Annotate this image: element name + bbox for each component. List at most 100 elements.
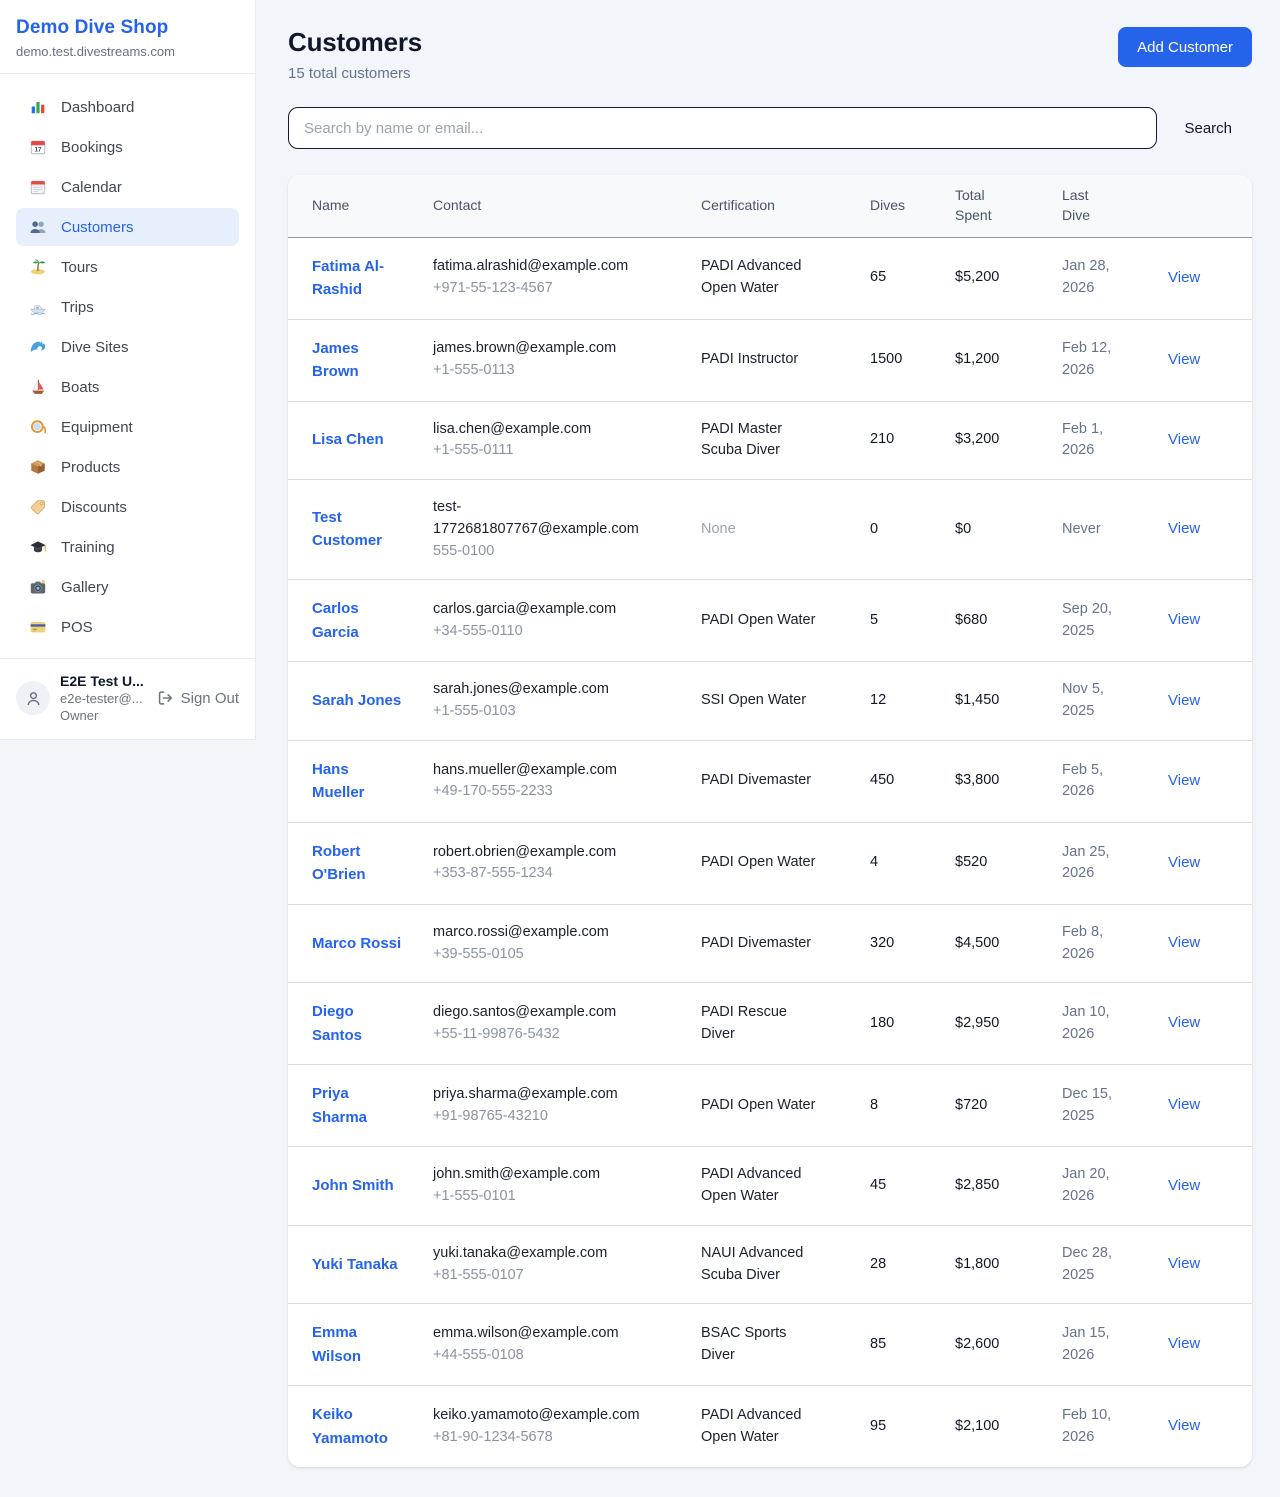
bar-chart-icon [28, 98, 48, 116]
view-link[interactable]: View [1168, 1177, 1200, 1194]
customer-phone: +81-90-1234-5678 [433, 1427, 689, 1449]
customer-email: emma.wilson@example.com [433, 1323, 689, 1345]
customer-name-link[interactable]: Marco Rossi [312, 932, 401, 955]
customer-dives: 28 [870, 1225, 955, 1304]
sidebar-item-dashboard[interactable]: Dashboard [16, 88, 239, 126]
customer-total-spent: $3,800 [955, 740, 1062, 822]
sidebar-item-gallery[interactable]: Gallery [16, 568, 239, 606]
sidebar-item-label: Discounts [61, 499, 127, 516]
customer-last-dive: Dec 15, 2025 [1062, 1084, 1126, 1128]
sidebar-item-discounts[interactable]: Discounts [16, 488, 239, 526]
customer-last-dive: Dec 28, 2025 [1062, 1243, 1126, 1287]
user-name: E2E Test U... [60, 673, 144, 689]
customer-name-link[interactable]: Keiko Yamamoto [312, 1403, 388, 1450]
customer-name-link[interactable]: Carlos Garcia [312, 597, 359, 644]
sidebar-item-label: Equipment [61, 419, 133, 436]
view-link[interactable]: View [1168, 854, 1200, 871]
customer-total-spent: $2,950 [955, 983, 1062, 1065]
shop-header: Demo Dive Shop demo.test.divestreams.com [0, 0, 255, 74]
sign-out-label: Sign Out [181, 690, 239, 707]
view-link[interactable]: View [1168, 1096, 1200, 1113]
sidebar-item-tours[interactable]: Tours [16, 248, 239, 286]
customer-name-link[interactable]: Yuki Tanaka [312, 1253, 398, 1276]
customer-phone: +81-555-0107 [433, 1265, 689, 1287]
col-header-dives: Dives [870, 175, 955, 237]
view-link[interactable]: View [1168, 934, 1200, 951]
sailboat-icon [28, 378, 48, 396]
customer-phone: +34-555-0110 [433, 621, 689, 643]
customer-email: john.smith@example.com [433, 1164, 689, 1186]
title-block: Customers 15 total customers [288, 27, 422, 82]
customer-dives: 65 [870, 237, 955, 319]
col-header-name: Name [288, 175, 433, 237]
user-email: e2e-tester@... [60, 691, 144, 706]
customer-total-spent: $680 [955, 580, 1062, 662]
customer-email: yuki.tanaka@example.com [433, 1243, 689, 1265]
col-header-total-spent: Total Spent [955, 175, 1062, 237]
customer-name-link[interactable]: Lisa Chen [312, 428, 384, 451]
customer-name-link[interactable]: John Smith [312, 1174, 394, 1197]
sidebar-item-trips[interactable]: Trips [16, 288, 239, 326]
sign-out-button[interactable]: Sign Out [156, 689, 239, 707]
svg-text:17: 17 [34, 147, 42, 154]
user-meta: E2E Test U... e2e-tester@... Owner [60, 673, 144, 723]
island-icon [28, 258, 48, 276]
sidebar-item-pos[interactable]: POS [16, 608, 239, 646]
customer-certification: PADI Rescue Diver [701, 983, 870, 1065]
package-icon [28, 458, 48, 476]
customer-name-link[interactable]: Hans Mueller [312, 758, 365, 805]
view-link[interactable]: View [1168, 1255, 1200, 1272]
view-link[interactable]: View [1168, 692, 1200, 709]
view-link[interactable]: View [1168, 1417, 1200, 1434]
customer-total-spent: $3,200 [955, 401, 1062, 480]
sidebar-item-equipment[interactable]: Equipment [16, 408, 239, 446]
customer-last-dive: Jan 15, 2026 [1062, 1323, 1126, 1367]
motorboat-icon [28, 298, 48, 316]
view-link[interactable]: View [1168, 1014, 1200, 1031]
customer-name-link[interactable]: Sarah Jones [312, 689, 401, 712]
view-link[interactable]: View [1168, 1335, 1200, 1352]
customer-name-link[interactable]: Priya Sharma [312, 1082, 367, 1129]
table-row: Priya Sharma priya.sharma@example.com +9… [288, 1065, 1252, 1147]
sidebar-item-label: Calendar [61, 179, 122, 196]
customer-dives: 4 [870, 822, 955, 904]
main-header: Customers 15 total customers Add Custome… [288, 27, 1252, 82]
view-link[interactable]: View [1168, 520, 1200, 537]
customer-total-spent: $0 [955, 480, 1062, 580]
sidebar-item-training[interactable]: Training [16, 528, 239, 566]
graduation-cap-icon [28, 538, 48, 556]
view-link[interactable]: View [1168, 351, 1200, 368]
customer-dives: 85 [870, 1304, 955, 1386]
search-input[interactable] [288, 107, 1157, 149]
customer-name-link[interactable]: Test Customer [312, 506, 382, 553]
customer-name-link[interactable]: James Brown [312, 337, 359, 384]
customer-email: james.brown@example.com [433, 338, 689, 360]
add-customer-button[interactable]: Add Customer [1118, 27, 1252, 67]
view-link[interactable]: View [1168, 269, 1200, 286]
customer-total-spent: $2,100 [955, 1386, 1062, 1468]
customer-name-link[interactable]: Fatima Al- Rashid [312, 255, 384, 302]
customer-name-link[interactable]: Diego Santos [312, 1000, 362, 1047]
view-link[interactable]: View [1168, 431, 1200, 448]
customer-phone: +1-555-0101 [433, 1186, 689, 1208]
customer-last-dive: Never [1062, 519, 1126, 541]
customer-certification: PADI Master Scuba Diver [701, 401, 870, 480]
sidebar-item-label: Boats [61, 379, 99, 396]
customer-name-link[interactable]: Robert O'Brien [312, 840, 366, 887]
search-button[interactable]: Search [1184, 120, 1232, 137]
sidebar-item-boats[interactable]: Boats [16, 368, 239, 406]
shop-name-link[interactable]: Demo Dive Shop [16, 17, 239, 39]
sidebar-item-dive-sites[interactable]: Dive Sites [16, 328, 239, 366]
view-link[interactable]: View [1168, 611, 1200, 628]
sidebar-item-bookings[interactable]: 17 Bookings [16, 128, 239, 166]
sidebar-item-customers[interactable]: Customers [16, 208, 239, 246]
sidebar-item-calendar[interactable]: Calendar [16, 168, 239, 206]
customer-last-dive: Jan 28, 2026 [1062, 256, 1126, 300]
customers-table: Name Contact Certification Dives Total S… [288, 175, 1252, 1467]
sidebar-nav: Dashboard 17 Bookings Calendar Customers… [0, 74, 255, 658]
view-link[interactable]: View [1168, 772, 1200, 789]
sidebar-item-products[interactable]: Products [16, 448, 239, 486]
customer-certification: PADI Advanced Open Water [701, 1386, 870, 1468]
customer-certification: PADI Divemaster [701, 904, 870, 983]
customer-name-link[interactable]: Emma Wilson [312, 1321, 361, 1368]
